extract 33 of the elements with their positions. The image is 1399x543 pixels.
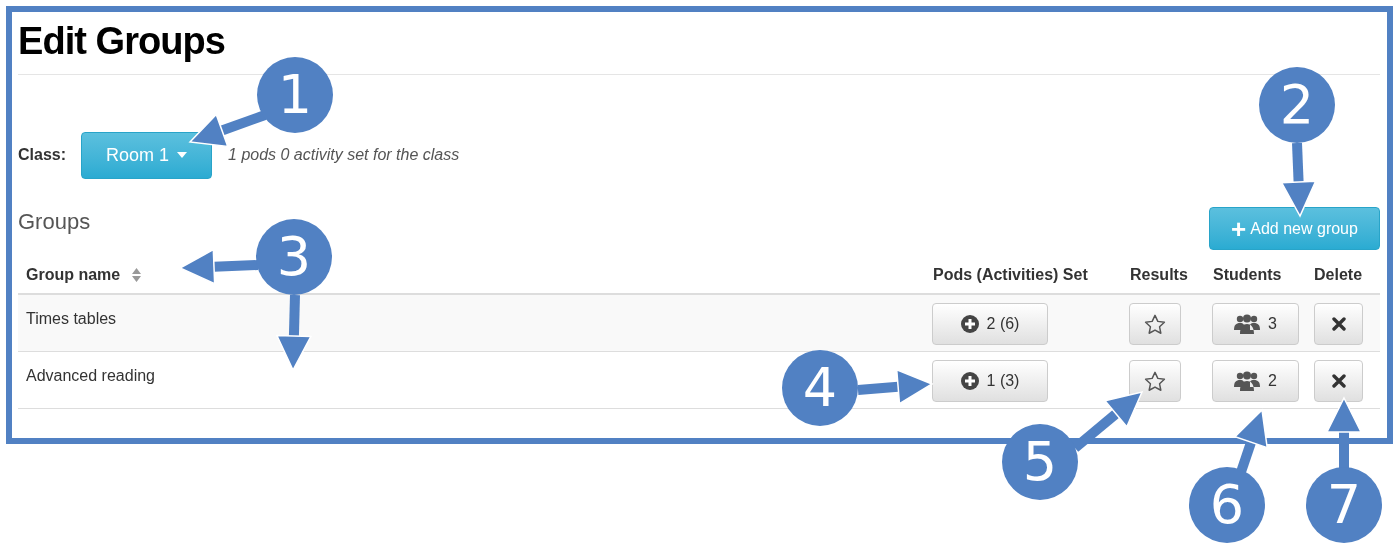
people-icon xyxy=(1234,314,1261,334)
callout-number: 5 xyxy=(1002,424,1078,500)
pods-button[interactable]: 2 (6) xyxy=(932,303,1048,345)
people-icon xyxy=(1234,371,1261,391)
class-info-text: 1 pods 0 activity set for the class xyxy=(228,145,460,165)
delete-button[interactable] xyxy=(1314,303,1363,345)
plus-icon: + xyxy=(1231,215,1247,242)
plus-circle-icon xyxy=(960,315,979,333)
students-button[interactable]: 3 xyxy=(1212,303,1299,345)
star-icon xyxy=(1144,370,1166,392)
class-label: Class: xyxy=(18,145,67,165)
close-icon xyxy=(1331,317,1346,331)
results-button[interactable] xyxy=(1129,360,1181,402)
caret-icon xyxy=(177,152,188,158)
results-button[interactable] xyxy=(1129,303,1181,345)
column-header: Delete xyxy=(1314,264,1363,285)
plus-circle-icon xyxy=(960,372,979,390)
column-header: Pods (Activities) Set xyxy=(933,264,1088,285)
students-button[interactable]: 2 xyxy=(1212,360,1299,402)
groups-heading: Groups xyxy=(18,208,91,236)
column-header: Students xyxy=(1213,264,1282,285)
pods-button[interactable]: 1 (3) xyxy=(932,360,1048,402)
group-name-cell: Advanced reading xyxy=(26,367,155,384)
callout-number: 7 xyxy=(1306,467,1382,543)
group-name-cell: Times tables xyxy=(26,310,117,327)
column-header: Results xyxy=(1130,264,1188,285)
delete-button[interactable] xyxy=(1314,360,1363,402)
page-title: Edit Groups xyxy=(18,19,225,64)
star-icon xyxy=(1144,313,1166,335)
sort-icon[interactable] xyxy=(132,267,142,282)
column-header[interactable]: Group name xyxy=(26,262,121,287)
close-icon xyxy=(1331,374,1346,388)
callout-number: 6 xyxy=(1189,467,1265,543)
